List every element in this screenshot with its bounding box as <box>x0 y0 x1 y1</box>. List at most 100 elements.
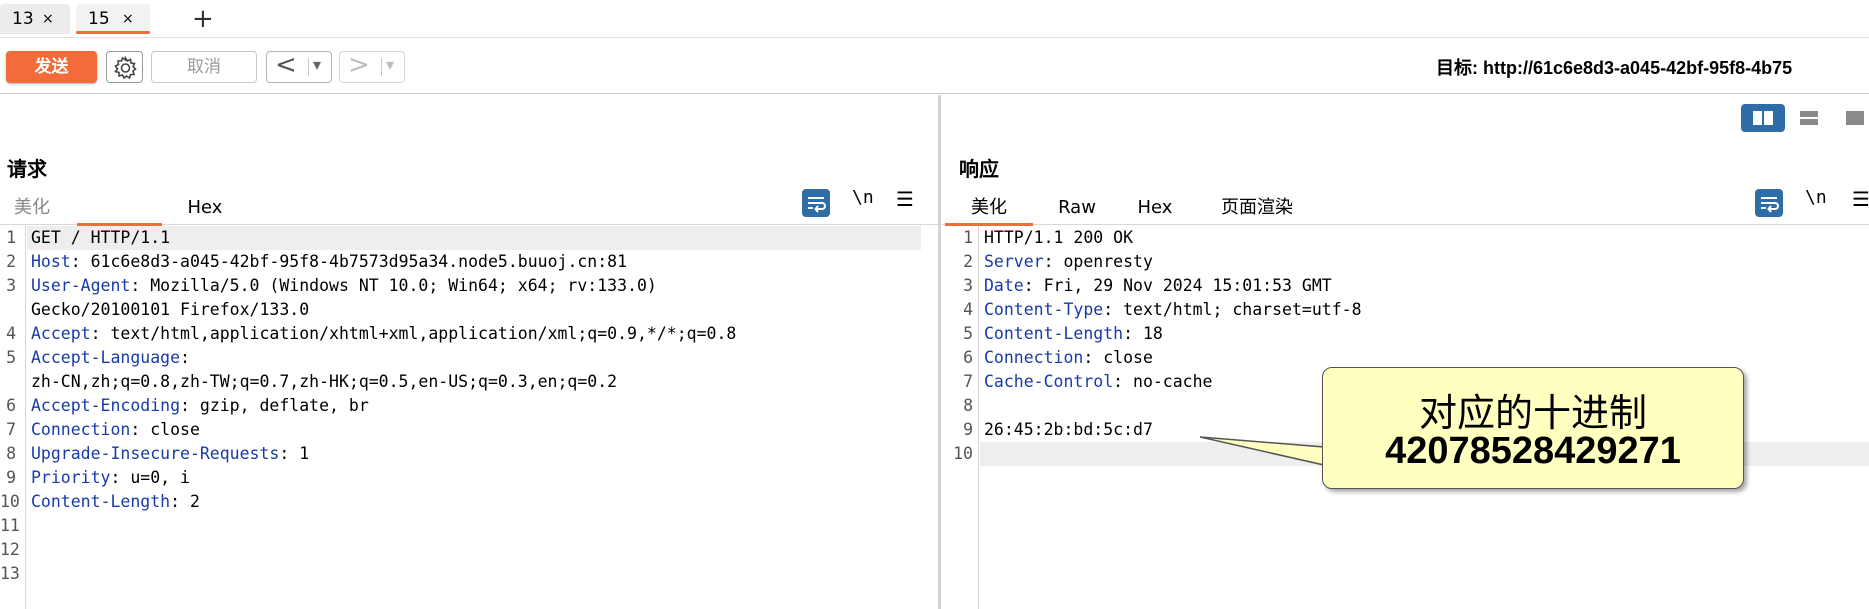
forward-button[interactable]: > ▾ <box>339 50 405 83</box>
header-value: : text/html,application/xhtml+xml,applic… <box>90 324 737 343</box>
header-value: : close <box>1083 348 1153 367</box>
divider <box>381 58 382 76</box>
tab-label: 13 <box>12 9 34 29</box>
code-text: Content-Length: 2 <box>31 490 200 514</box>
menu-icon[interactable]: ☰ <box>896 187 914 211</box>
code-line: 9 Priority: u=0, i <box>0 466 938 490</box>
header-value: HTTP/1.1 200 OK <box>984 228 1134 247</box>
header-name: Accept-Encoding <box>31 396 181 415</box>
header-name: User-Agent <box>31 276 131 295</box>
annotation-callout: 对应的十进制 42078528429271 <box>1322 367 1744 489</box>
line-number: 2 <box>6 252 16 271</box>
menu-icon[interactable]: ☰ <box>1852 187 1869 211</box>
back-button[interactable]: < ▾ <box>266 50 332 83</box>
header-name: Content-Length <box>984 324 1124 343</box>
close-icon[interactable]: × <box>42 4 54 34</box>
request-panel: 请求 美化 Hex \n ☰ 1 GET / HTTP/1.1 2 Host: 61c… <box>0 95 938 609</box>
code-line: zh-CN,zh;q=0.8,zh-TW;q=0.7,zh-HK;q=0.5,e… <box>0 370 938 394</box>
header-value: GET / HTTP/1.1 <box>31 228 171 247</box>
add-tab-icon[interactable]: + <box>192 4 214 34</box>
line-number: 6 <box>963 348 973 367</box>
header-name: Content-Type <box>984 300 1104 319</box>
code-line: 7 Connection: close <box>0 418 938 442</box>
cancel-button[interactable]: 取消 <box>151 51 257 83</box>
header-value: zh-CN,zh;q=0.8,zh-TW;q=0.7,zh-HK;q=0.5,e… <box>31 372 618 391</box>
code-line: 2 Host: 61c6e8d3-a045-42bf-95f8-4b7573d95… <box>0 250 938 274</box>
send-button[interactable]: 发送 <box>6 51 97 83</box>
word-wrap-button[interactable] <box>1755 189 1783 217</box>
header-value: : text/html; charset=utf-8 <box>1103 300 1362 319</box>
newline-toggle[interactable]: \n <box>1805 187 1827 208</box>
code-line: 1 HTTP/1.1 200 OK <box>941 226 1869 250</box>
word-wrap-button[interactable] <box>802 189 830 217</box>
code-text: HTTP/1.1 200 OK <box>984 226 1133 250</box>
line-number: 12 <box>0 540 20 559</box>
panel-title: 请求 <box>7 157 47 181</box>
line-number: 4 <box>963 300 973 319</box>
active-tab-indicator <box>76 31 150 34</box>
chevron-right-icon: > <box>348 50 370 80</box>
tab-13[interactable]: 13 × <box>0 4 70 34</box>
line-number: 2 <box>963 252 973 271</box>
tab-render[interactable]: 页面渲染 <box>1207 193 1307 225</box>
request-editor[interactable]: 1 GET / HTTP/1.1 2 Host: 61c6e8d3-a045-42bf… <box>0 226 938 609</box>
code-line: 13 <box>0 562 938 586</box>
tab-15[interactable]: 15 × <box>76 4 150 34</box>
code-line: 4 Content-Type: text/html; charset=utf-8 <box>941 298 1869 322</box>
line-number: 3 <box>6 276 16 295</box>
code-text: GET / HTTP/1.1 <box>31 226 170 250</box>
code-line: 6 Accept-Encoding: gzip, deflate, br <box>0 394 938 418</box>
line-number: 3 <box>963 276 973 295</box>
tab-hex[interactable]: Hex <box>170 193 240 225</box>
header-value: : Fri, 29 Nov 2024 15:01:53 GMT <box>1023 276 1332 295</box>
active-tab-indicator-wrap <box>945 193 1033 226</box>
code-text: zh-CN,zh;q=0.8,zh-TW;q=0.7,zh-HK;q=0.5,e… <box>31 370 617 394</box>
tab-hex[interactable]: Hex <box>1125 193 1185 225</box>
gear-icon <box>114 55 137 80</box>
chevron-down-icon[interactable]: ▾ <box>313 55 321 74</box>
tab-bar: 13 × 15 × + <box>0 0 1869 38</box>
header-name: Server <box>984 252 1044 271</box>
chevron-down-icon[interactable]: ▾ <box>386 55 394 74</box>
header-name: Upgrade-Insecure-Requests <box>31 444 280 463</box>
line-number: 10 <box>0 492 20 511</box>
tab-label: 美化 <box>14 197 50 218</box>
header-name: Priority <box>31 468 111 487</box>
header-name: Cache-Control <box>984 372 1114 391</box>
line-number: 5 <box>6 348 16 367</box>
settings-button[interactable] <box>106 51 143 83</box>
chevron-left-icon: < <box>275 50 297 80</box>
wrap-icon <box>1761 197 1779 213</box>
wrap-icon <box>808 197 826 213</box>
header-value: 26:45:2b:bd:5c:d7 <box>984 420 1153 439</box>
line-number: 7 <box>6 420 16 439</box>
line-number: 9 <box>6 468 16 487</box>
newline-toggle[interactable]: \n <box>852 187 874 208</box>
code-line: 5 Content-Length: 18 <box>941 322 1869 346</box>
panel-title: 响应 <box>959 157 999 181</box>
code-text: Content-Type: text/html; charset=utf-8 <box>984 298 1362 322</box>
line-number: 1 <box>963 228 973 247</box>
line-number: 4 <box>6 324 16 343</box>
header-value: : no-cache <box>1113 372 1213 391</box>
header-value: : gzip, deflate, br <box>180 396 369 415</box>
header-value: : u=0, i <box>110 468 190 487</box>
divider <box>308 58 309 76</box>
callout-text: 对应的十进制 <box>1418 391 1647 435</box>
tab-raw[interactable]: Raw <box>1047 193 1107 225</box>
code-text: Accept-Language: <box>31 346 190 370</box>
code-text: Server: openresty <box>984 250 1153 274</box>
header-name: Host <box>31 252 71 271</box>
header-value: : Mozilla/5.0 (Windows NT 10.0; Win64; x… <box>130 276 657 295</box>
code-text: Date: Fri, 29 Nov 2024 15:01:53 GMT <box>984 274 1332 298</box>
code-text: Connection: close <box>984 346 1153 370</box>
header-value: : close <box>130 420 200 439</box>
tab-pretty[interactable]: 美化 <box>0 193 162 226</box>
code-text: 26:45:2b:bd:5c:d7 <box>984 418 1153 442</box>
callout-pointer <box>1200 436 1325 466</box>
code-line: 10 Content-Length: 2 <box>0 490 938 514</box>
close-icon[interactable]: × <box>122 4 134 34</box>
repeater-window: 13 × 15 × + 发送 取消 < ▾ > ▾ 目标: http://61c… <box>0 0 1869 609</box>
code-line: 3 User-Agent: Mozilla/5.0 (Windows NT 10.… <box>0 274 938 298</box>
code-line: 5 Accept-Language: <box>0 346 938 370</box>
